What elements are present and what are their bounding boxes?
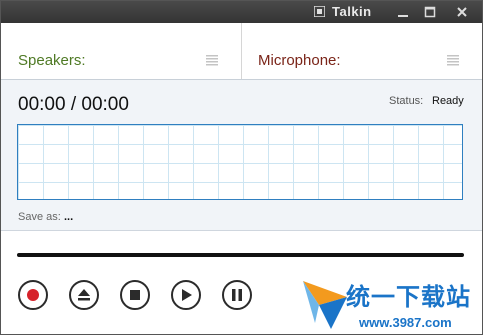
play-icon <box>182 289 192 301</box>
watermark: 统一下载站 www.3987.com <box>301 271 482 334</box>
tab-speakers[interactable]: Speakers: <box>1 23 242 79</box>
time-display: 00:00 / 00:00 <box>18 94 129 115</box>
eject-icon <box>78 289 90 301</box>
tab-microphone[interactable]: Microphone: <box>242 23 482 79</box>
status-label: Status: <box>389 95 424 107</box>
watermark-logo-icon <box>303 281 347 329</box>
speakers-menu-icon[interactable] <box>206 54 218 66</box>
app-window: Talkin Speakers: Microphone: 00:00 / 00:… <box>0 0 483 335</box>
app-title: Talkin <box>332 4 372 19</box>
device-tabs: Speakers: Microphone: <box>1 23 482 80</box>
close-button[interactable] <box>451 3 473 20</box>
maximize-icon <box>424 6 436 17</box>
seek-bar[interactable] <box>17 253 464 257</box>
record-icon <box>27 289 39 301</box>
play-button[interactable] <box>171 280 201 310</box>
stop-icon <box>130 290 140 300</box>
close-icon <box>457 6 467 17</box>
save-as-value[interactable]: ... <box>64 211 73 223</box>
speakers-label: Speakers: <box>18 52 86 69</box>
status-value: Ready <box>432 95 464 107</box>
title-bar[interactable]: Talkin <box>1 1 482 23</box>
app-logo-icon <box>314 6 325 17</box>
waveform-display <box>17 124 463 200</box>
stop-button[interactable] <box>120 280 150 310</box>
maximize-button[interactable] <box>419 3 441 20</box>
eject-button[interactable] <box>69 280 99 310</box>
watermark-url: www.3987.com <box>359 315 452 330</box>
pause-button[interactable] <box>222 280 252 310</box>
watermark-text: 统一下载站 <box>346 283 471 311</box>
minimize-icon <box>398 14 408 17</box>
pause-icon <box>232 289 242 301</box>
microphone-label: Microphone: <box>258 52 341 69</box>
save-as-label: Save as: <box>18 211 61 223</box>
microphone-menu-icon[interactable] <box>447 54 459 66</box>
record-button[interactable] <box>18 280 48 310</box>
minimize-button[interactable] <box>392 3 414 20</box>
recorder-panel: 00:00 / 00:00 Status: Ready Save as: ... <box>1 80 482 231</box>
